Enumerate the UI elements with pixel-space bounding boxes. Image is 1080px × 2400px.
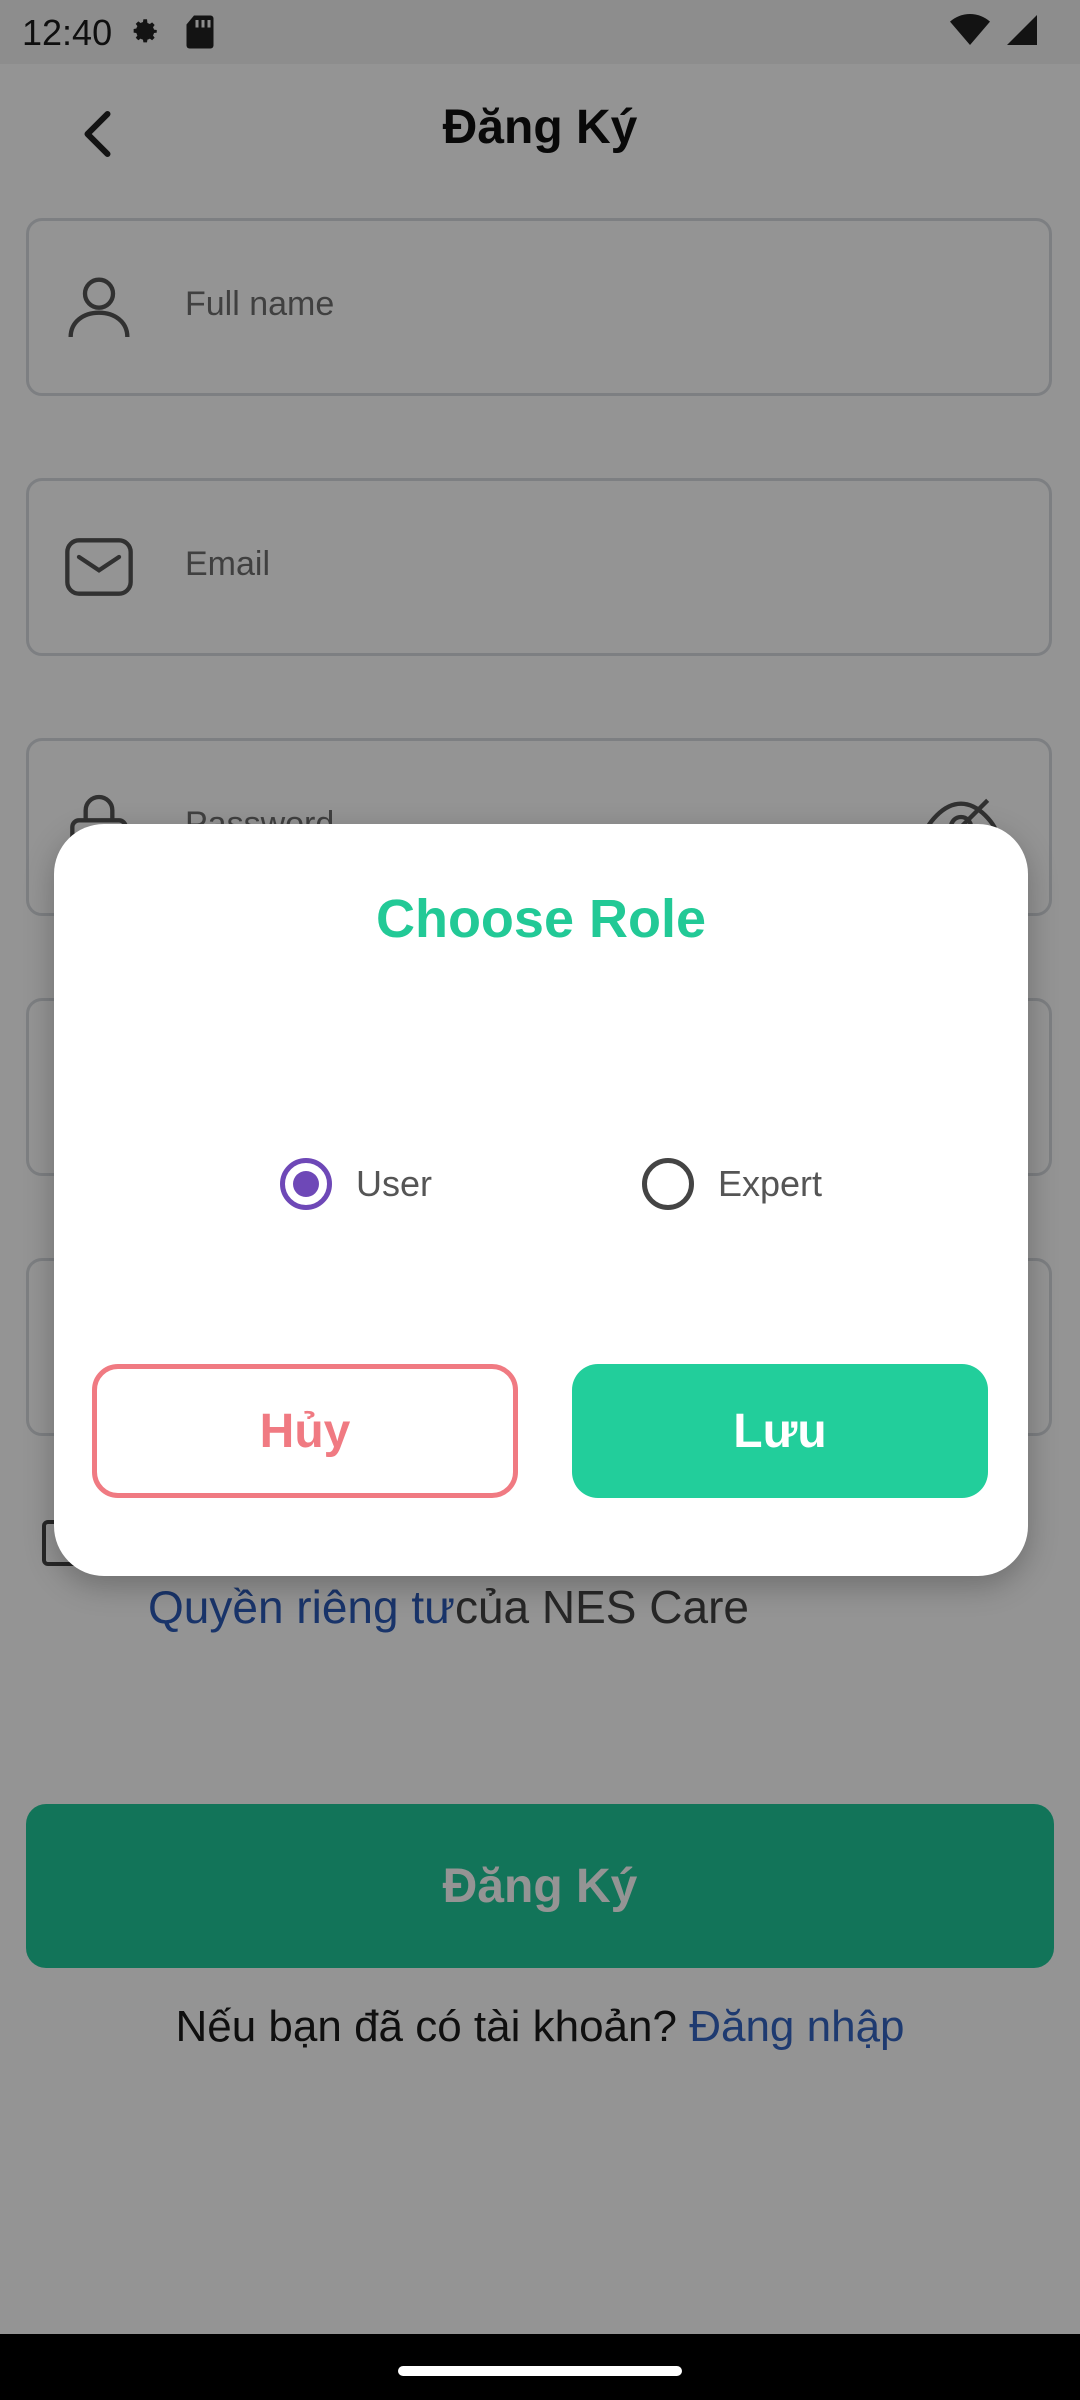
radio-unselected-icon[interactable]: [642, 1158, 694, 1210]
dialog-title: Choose Role: [375, 889, 707, 949]
role-option-expert[interactable]: Expert: [642, 1158, 822, 1210]
choose-role-dialog: Choose Role User Expert Hủy Lưu: [54, 824, 1028, 1576]
save-button[interactable]: Lưu: [572, 1364, 988, 1498]
cancel-button-label: Hủy: [259, 1404, 351, 1458]
radio-selected-icon[interactable]: [280, 1158, 332, 1210]
save-button-label: Lưu: [733, 1404, 827, 1458]
role-option-user[interactable]: User: [280, 1158, 432, 1210]
role-option-label: User: [356, 1163, 433, 1204]
radio-dot: [293, 1171, 319, 1197]
home-indicator[interactable]: [398, 2366, 682, 2376]
role-option-label: Expert: [718, 1163, 823, 1204]
cancel-button[interactable]: Hủy: [92, 1364, 518, 1498]
